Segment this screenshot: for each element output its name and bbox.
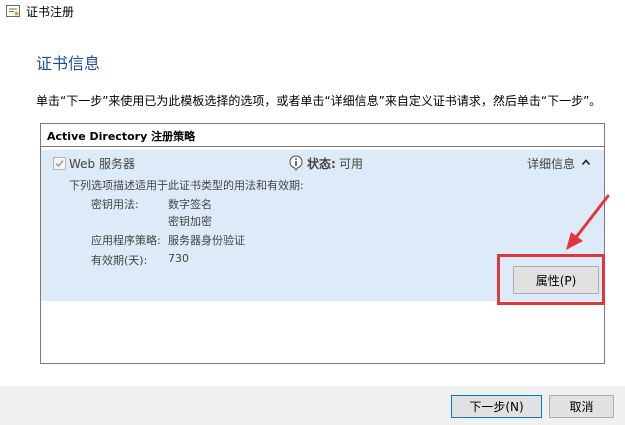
key-usage-label: 密钥用法:	[91, 198, 139, 211]
key-usage-value-2: 密钥加密	[168, 215, 212, 228]
validity-value: 730	[168, 252, 189, 265]
template-panel: Web 服务器 状态: 可用 详细信息 下列选项描述适用于此证书类型的用法和有效…	[41, 150, 604, 301]
status-value: 可用	[339, 157, 364, 171]
template-checkbox[interactable]	[53, 157, 66, 170]
cancel-button[interactable]: 取消	[549, 395, 614, 418]
enrollment-policy-box: Active Directory 注册策略 Web 服务器 状态: 可用 详细信…	[40, 123, 605, 364]
usage-description: 下列选项描述适用于此证书类型的用法和有效期:	[69, 179, 304, 192]
validity-label: 有效期(天):	[91, 254, 148, 267]
title-bar: 证书注册	[0, 0, 625, 30]
details-toggle[interactable]: 详细信息	[527, 155, 575, 172]
policy-header-label: Active Directory 注册策略	[47, 130, 196, 143]
checkmark-icon	[55, 160, 64, 168]
template-name: Web 服务器	[69, 157, 135, 171]
status-label: 状态:	[307, 157, 336, 171]
properties-button[interactable]: 属性(P)	[513, 266, 599, 294]
info-icon	[289, 155, 303, 171]
app-policy-value: 服务器身份验证	[168, 234, 245, 247]
certificate-icon	[6, 5, 20, 17]
policy-header: Active Directory 注册策略	[41, 124, 604, 147]
chevron-up-icon[interactable]	[582, 159, 590, 165]
app-policy-label: 应用程序策略:	[91, 234, 161, 247]
next-button[interactable]: 下一步(N)	[451, 395, 542, 418]
page-heading: 证书信息	[36, 54, 101, 73]
window-title: 证书注册	[26, 5, 75, 19]
instruction-text: 单击“下一步”来使用已为此模板选择的选项，或者单击“详细信息”来自定义证书请求，…	[36, 94, 602, 108]
key-usage-value-1: 数字签名	[168, 198, 212, 211]
